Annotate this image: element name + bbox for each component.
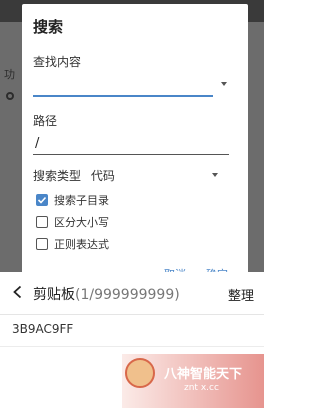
search-type-value: 代码 xyxy=(90,169,115,183)
option-label: 搜索子目录 xyxy=(54,194,109,207)
checkbox-checked-icon[interactable] xyxy=(36,194,48,206)
divider xyxy=(0,346,264,347)
path-underline xyxy=(33,154,229,155)
clipboard-title: 剪贴板(1/999999999) xyxy=(33,284,180,304)
checkbox-unchecked-icon[interactable] xyxy=(36,238,48,250)
find-content-label: 查找内容 xyxy=(33,55,82,69)
option-label: 正则表达式 xyxy=(54,238,109,251)
clipboard-item[interactable]: 3B9AC9FF xyxy=(12,322,73,336)
option-label: 区分大小写 xyxy=(54,216,109,229)
back-arrow-icon[interactable] xyxy=(10,284,26,300)
checkbox-unchecked-icon[interactable] xyxy=(36,216,48,228)
watermark: 八神智能天下 znt x.cc xyxy=(122,354,264,408)
dialog-title: 搜索 xyxy=(33,18,64,36)
search-type-label: 搜索类型 xyxy=(33,169,82,183)
find-history-dropdown-icon[interactable] xyxy=(221,82,227,86)
path-label: 路径 xyxy=(33,114,58,128)
find-content-underline xyxy=(33,95,213,97)
option-regex[interactable]: 正则表达式 xyxy=(36,236,109,252)
background-search-icon xyxy=(6,92,14,100)
option-case-sensitive[interactable]: 区分大小写 xyxy=(36,214,109,230)
option-search-subdirs[interactable]: 搜索子目录 xyxy=(36,192,109,208)
clipboard-count: (1/999999999) xyxy=(75,287,180,303)
clipboard-title-text: 剪贴板 xyxy=(33,287,75,303)
search-type-select[interactable]: 搜索类型 代码 xyxy=(33,167,121,184)
search-dialog: 搜索 查找内容 路径 / 搜索类型 代码 搜索子目录 区分大小写 正则表达式 取… xyxy=(22,4,248,276)
watermark-subtext: znt x.cc xyxy=(184,383,219,393)
watermark-text: 八神智能天下 xyxy=(164,367,243,382)
watermark-logo-icon xyxy=(125,358,155,388)
organize-button[interactable]: 整理 xyxy=(228,285,254,304)
find-content-input[interactable] xyxy=(33,72,213,96)
search-type-dropdown-icon[interactable] xyxy=(212,173,218,177)
clipboard-header: 剪贴板(1/999999999) 整理 xyxy=(0,272,264,314)
background-peek-text: 功 xyxy=(4,68,15,81)
divider xyxy=(0,314,264,315)
path-input[interactable]: / xyxy=(35,136,39,151)
